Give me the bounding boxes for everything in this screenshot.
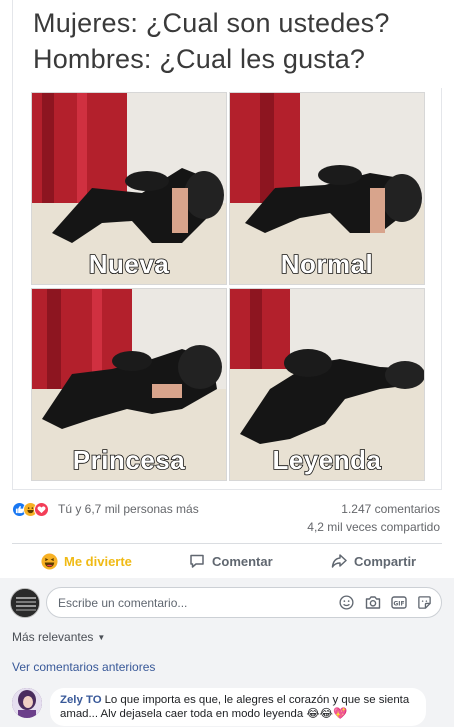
react-button-label: Me divierte: [64, 553, 132, 569]
shares-count-link[interactable]: 4,2 mil veces compartido: [307, 520, 440, 534]
reactions-summary: Tú y 6,7 mil personas más 1.247 comentar…: [12, 496, 442, 540]
meme-panel-leyenda: Leyenda: [229, 288, 425, 481]
view-previous-comments-link[interactable]: Ver comentarios anteriores: [12, 660, 155, 674]
share-icon: [330, 552, 348, 570]
love-icon: [34, 502, 49, 517]
share-button[interactable]: Compartir: [330, 546, 416, 576]
comment-button[interactable]: Comentar: [188, 546, 273, 576]
comments-count-link[interactable]: 1.247 comentarios: [341, 502, 440, 516]
panel-label: Leyenda: [272, 444, 382, 476]
comment-bubble: Zely TO Lo que importa es que, le alegres…: [50, 688, 426, 726]
comment-author-link[interactable]: Zely TO: [60, 694, 102, 706]
comment-input[interactable]: Escribe un comentario...: [58, 596, 187, 610]
panel-label: Normal: [280, 248, 374, 280]
meme-panel-princesa: Princesa: [31, 288, 227, 481]
avatar[interactable]: [12, 688, 42, 718]
reaction-icons[interactable]: [12, 502, 56, 518]
comment-button-label: Comentar: [212, 553, 273, 569]
caret-down-icon: ▼: [97, 633, 106, 643]
emoji-icon[interactable]: [338, 594, 355, 611]
react-button[interactable]: Me divierte: [40, 546, 132, 576]
comments-section: Escribe un comentario... GIF Más relevan…: [0, 578, 454, 727]
meme-caption-line-2: Hombres: ¿Cual les gusta?: [33, 44, 366, 74]
meme-panel-nueva: Nueva: [31, 92, 227, 285]
comment-sort-dropdown[interactable]: Más relevantes ▼: [12, 630, 105, 644]
meme-panel-normal: Normal: [229, 92, 425, 285]
gif-icon[interactable]: GIF: [390, 594, 407, 611]
post-actions: Me divierte Comentar Compartir: [12, 546, 442, 576]
comment-sort-label: Más relevantes: [12, 630, 94, 644]
share-button-label: Compartir: [354, 553, 417, 569]
meme-caption: Mujeres: ¿Cual son ustedes? Hombres: ¿Cu…: [13, 0, 443, 88]
reactors-text[interactable]: Tú y 6,7 mil personas más: [58, 502, 199, 516]
haha-icon: [40, 552, 58, 570]
panel-label: Nueva: [88, 248, 170, 280]
svg-text:GIF: GIF: [393, 600, 404, 607]
composer-tools: GIF: [338, 594, 433, 611]
comment-icon: [188, 552, 206, 570]
meme-caption-line-1: Mujeres: ¿Cual son ustedes?: [33, 8, 390, 38]
comment-composer[interactable]: Escribe un comentario... GIF: [46, 587, 442, 618]
comment-text: Lo que importa es que, le alegres el cor…: [60, 694, 410, 720]
avatar[interactable]: [10, 588, 40, 618]
panel-label: Princesa: [72, 444, 186, 476]
sticker-icon[interactable]: [416, 594, 433, 611]
divider: [12, 543, 442, 544]
post-image[interactable]: Mujeres: ¿Cual son ustedes? Hombres: ¿Cu…: [12, 0, 443, 490]
camera-icon[interactable]: [364, 594, 381, 611]
comment-item: Zely TO Lo que importa es que, le alegres…: [10, 686, 450, 727]
